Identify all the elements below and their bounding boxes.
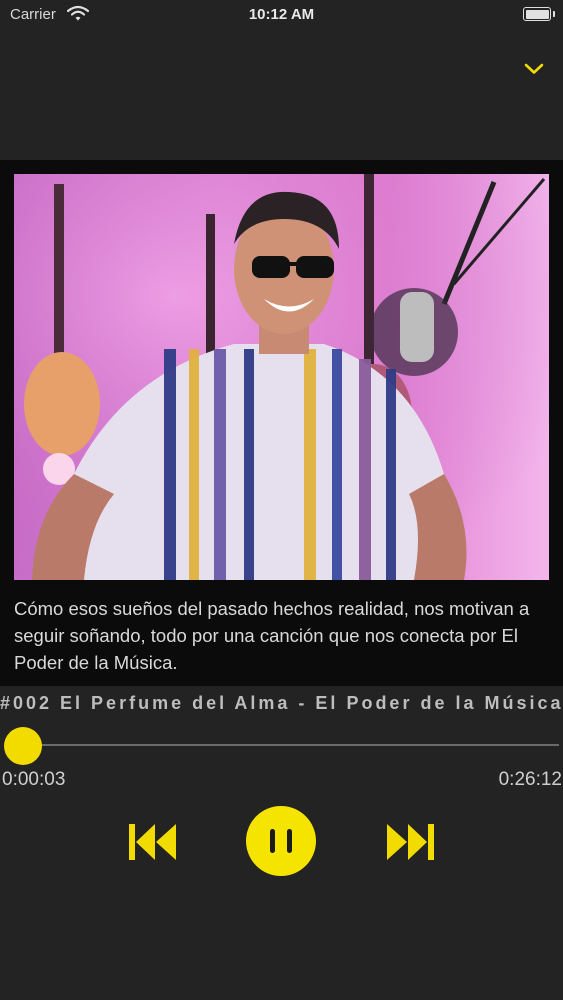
elapsed-time: 0:00:03 <box>2 769 66 790</box>
episode-description: Cómo esos sueños del pasado hechos reali… <box>14 598 530 673</box>
skip-forward-icon[interactable] <box>383 820 435 864</box>
episode-panel: Cómo esos sueños del pasado hechos reali… <box>0 160 563 686</box>
pause-icon <box>270 829 292 853</box>
track-title: #002 El Perfume del Alma - El Poder de l… <box>0 693 563 713</box>
skip-back-icon[interactable] <box>128 820 180 864</box>
chevron-down-icon[interactable] <box>519 55 549 85</box>
episode-artwork <box>14 174 549 580</box>
seek-bar[interactable] <box>22 744 559 746</box>
status-bar: Carrier 10:12 AM <box>0 0 563 30</box>
battery-icon <box>523 7 555 21</box>
play-pause-button[interactable] <box>246 806 316 876</box>
status-time: 10:12 AM <box>248 6 315 23</box>
seek-handle[interactable] <box>4 727 42 765</box>
total-duration: 0:26:12 <box>498 769 562 790</box>
